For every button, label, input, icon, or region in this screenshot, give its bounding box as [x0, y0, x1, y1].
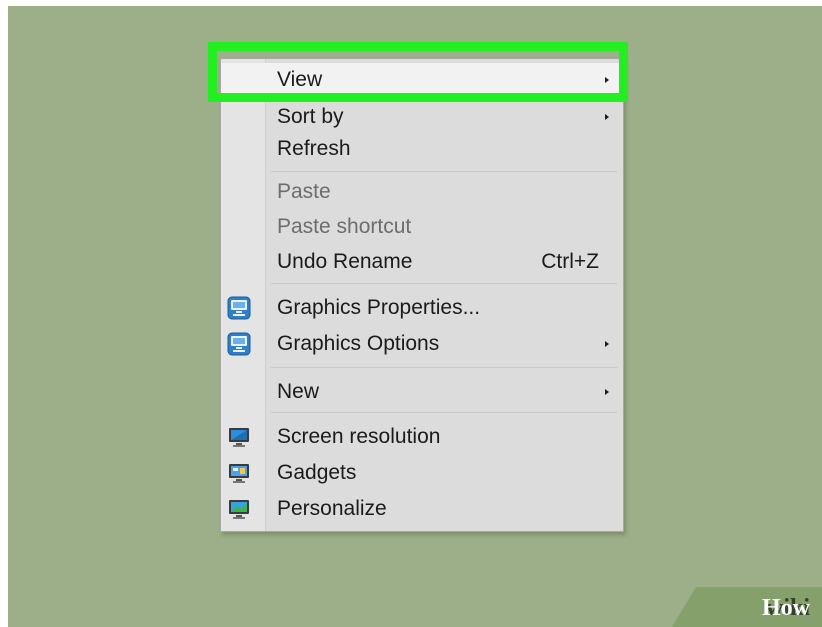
menu-item-label: Refresh [277, 137, 351, 160]
menu-item-refresh[interactable]: Refresh [221, 132, 623, 166]
menu-item-label: Graphics Properties... [277, 296, 481, 319]
submenu-arrow-icon [605, 114, 609, 120]
watermark-badge: wiki How [672, 587, 822, 627]
menu-item-graphics-properties[interactable]: Graphics Properties... [221, 291, 623, 325]
personalize-icon [227, 497, 251, 521]
submenu-arrow-icon [605, 341, 609, 347]
gadgets-icon [227, 461, 251, 485]
menu-item-label: Graphics Options [277, 332, 440, 355]
menu-item-screen-resolution[interactable]: Screen resolution [221, 420, 623, 454]
screen-resolution-icon [227, 425, 251, 449]
menu-item-label: Paste [277, 180, 331, 203]
menu-item-label: Personalize [277, 497, 387, 520]
menu-item-new[interactable]: New [221, 375, 623, 409]
menu-item-graphics-options[interactable]: Graphics Options [221, 327, 623, 361]
menu-separator [271, 283, 617, 284]
menu-item-personalize[interactable]: Personalize [221, 492, 623, 526]
graphics-options-icon [227, 332, 251, 356]
menu-item-paste-shortcut: Paste shortcut [221, 210, 623, 244]
watermark-how: How [762, 595, 810, 621]
menu-separator [271, 171, 617, 172]
menu-item-label: Undo Rename [277, 250, 413, 273]
menu-item-label: Screen resolution [277, 425, 441, 448]
menu-item-label: Paste shortcut [277, 215, 412, 238]
view-highlight-box [208, 42, 628, 102]
menu-item-undo-rename[interactable]: Undo Rename Ctrl+Z [221, 245, 623, 279]
menu-item-sort-by[interactable]: Sort by [221, 100, 623, 134]
keyboard-shortcut: Ctrl+Z [541, 250, 599, 273]
menu-item-label: New [277, 380, 320, 403]
submenu-arrow-icon [605, 389, 609, 395]
graphics-properties-icon [227, 296, 251, 320]
menu-item-label: Sort by [277, 105, 344, 128]
menu-separator [271, 412, 617, 413]
menu-item-gadgets[interactable]: Gadgets [221, 456, 623, 490]
menu-separator [271, 367, 617, 368]
context-menu: View Sort by Refresh Paste Paste shortcu… [220, 58, 624, 532]
menu-item-paste: Paste [221, 175, 623, 209]
menu-item-label: Gadgets [277, 461, 357, 484]
